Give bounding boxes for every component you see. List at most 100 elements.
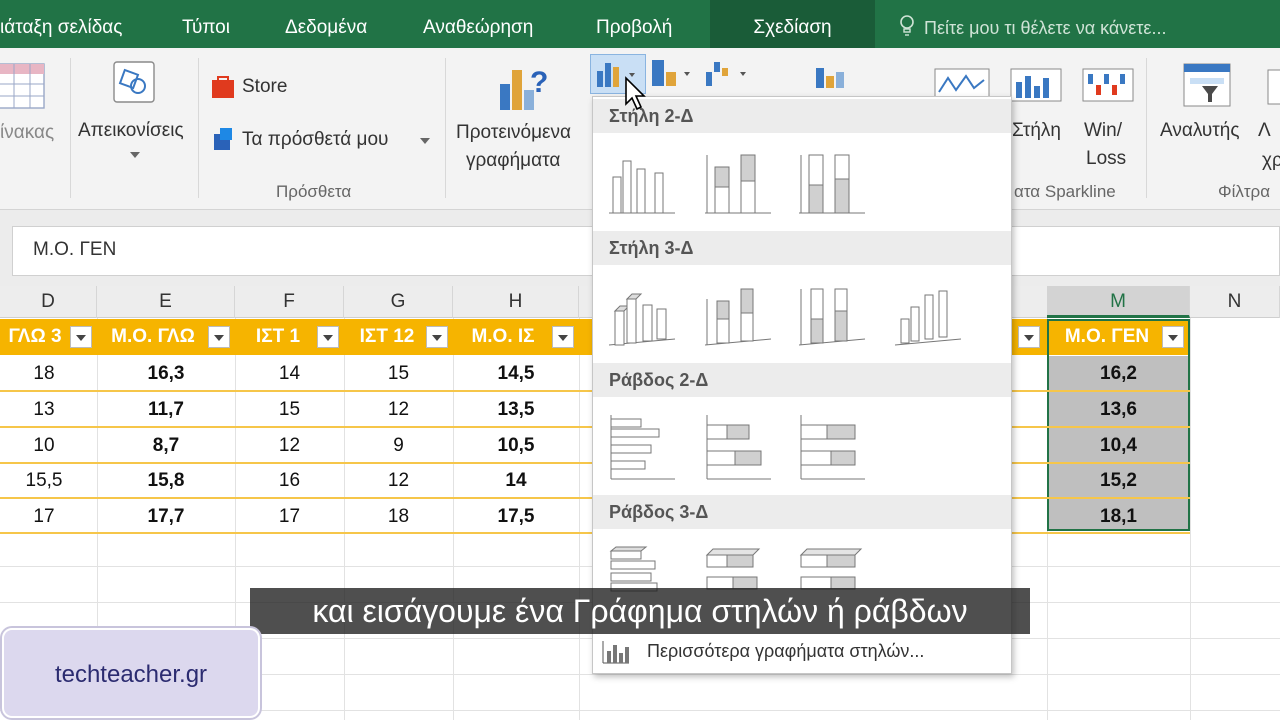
table-cell[interactable]: 15,8 xyxy=(97,463,235,498)
clustered-bar-icon[interactable] xyxy=(605,411,677,483)
table-cell[interactable]: 17,7 xyxy=(97,499,235,534)
table-cell[interactable]: 15,5 xyxy=(0,463,88,498)
tab-formulas[interactable]: Τύποι xyxy=(182,0,230,48)
table-cell[interactable]: 14 xyxy=(235,356,344,391)
table-cell[interactable]: 15,2 xyxy=(1047,463,1190,498)
table-cell[interactable]: 18 xyxy=(0,356,88,391)
3d-clustered-column-icon[interactable] xyxy=(605,279,677,351)
ribbon-separator xyxy=(445,58,446,198)
more-column-charts-item[interactable]: Περισσότερα γραφήματα στηλών... xyxy=(599,637,999,667)
tab-review[interactable]: Αναθεώρηση xyxy=(423,0,533,48)
table-cell[interactable]: 17 xyxy=(0,499,88,534)
store-label[interactable]: Store xyxy=(242,76,287,98)
table-cell[interactable]: 18,1 xyxy=(1047,499,1190,534)
3d-stacked-100-column-icon[interactable] xyxy=(795,279,867,351)
sparkline-winloss-icon[interactable] xyxy=(1082,68,1134,102)
filter-dropdown-button[interactable] xyxy=(317,326,339,348)
slicer-label[interactable]: Αναλυτής xyxy=(1160,120,1239,142)
pivot-chart-icon[interactable] xyxy=(806,64,858,94)
chevron-down-icon[interactable] xyxy=(420,138,430,144)
table-cell[interactable]: 10,4 xyxy=(1047,428,1190,463)
table-cell[interactable]: 16,3 xyxy=(97,356,235,391)
table-cell[interactable]: 10,5 xyxy=(453,428,579,463)
illustrations-icon[interactable] xyxy=(108,58,160,112)
table-cell[interactable]: 12 xyxy=(235,428,344,463)
section-column-3d: Στήλη 3-Δ xyxy=(593,231,1011,265)
table-header-cell[interactable]: Μ.Ο. ΓΛΩ xyxy=(100,319,206,355)
table-cell[interactable]: 15 xyxy=(235,392,344,427)
table-cell[interactable]: 8,7 xyxy=(97,428,235,463)
table-cell[interactable]: 15 xyxy=(344,356,453,391)
table-cell[interactable]: 9 xyxy=(344,428,453,463)
table-cell[interactable]: 14 xyxy=(453,463,579,498)
tab-data[interactable]: Δεδομένα xyxy=(285,0,367,48)
table-cell[interactable]: 12 xyxy=(344,392,453,427)
filter-dropdown-button[interactable] xyxy=(1018,326,1040,348)
table-cell[interactable]: 13,6 xyxy=(1047,392,1190,427)
filter-dropdown-button[interactable] xyxy=(70,326,92,348)
recommended-charts-icon[interactable]: ? xyxy=(496,62,552,116)
sparkline-winloss-label-1[interactable]: Win/ xyxy=(1084,120,1122,142)
table-cell[interactable]: 11,7 xyxy=(97,392,235,427)
column-header-h[interactable]: H xyxy=(453,286,579,318)
table-header-cell[interactable]: Μ.Ο. ΙΣ xyxy=(458,319,548,355)
tab-design[interactable]: Σχεδίαση xyxy=(710,0,875,48)
sparkline-column-icon[interactable] xyxy=(1010,68,1062,102)
table-cell[interactable]: 10 xyxy=(0,428,88,463)
timeline-icon[interactable] xyxy=(1266,68,1280,108)
table-header-cell[interactable]: ΙΣΤ 1 xyxy=(240,319,316,355)
waterfall-chart-icon[interactable] xyxy=(704,58,752,92)
my-addins-icon[interactable] xyxy=(210,126,236,152)
table-cell[interactable]: 14,5 xyxy=(453,356,579,391)
addins-group-label: Πρόσθετα xyxy=(276,182,352,201)
table-cell[interactable]: 16 xyxy=(235,463,344,498)
tab-view[interactable]: Προβολή xyxy=(596,0,672,48)
hierarchy-chart-icon[interactable] xyxy=(650,58,698,92)
stacked-100-column-icon[interactable] xyxy=(795,147,867,219)
table-cell[interactable]: 18 xyxy=(344,499,453,534)
3d-stacked-column-icon[interactable] xyxy=(701,279,773,351)
timeline-label-2[interactable]: χρ xyxy=(1262,150,1280,172)
table-cell[interactable]: 16,2 xyxy=(1047,356,1190,391)
filter-dropdown-button[interactable] xyxy=(552,326,574,348)
filter-dropdown-button[interactable] xyxy=(426,326,448,348)
table-header-cell[interactable]: ΓΛΩ 3 xyxy=(0,319,70,355)
sparkline-winloss-label-2[interactable]: Loss xyxy=(1086,148,1126,170)
3d-column-icon[interactable] xyxy=(891,279,963,351)
filter-dropdown-button[interactable] xyxy=(208,326,230,348)
stacked-100-bar-icon[interactable] xyxy=(795,411,867,483)
table-cell[interactable]: 13,5 xyxy=(453,392,579,427)
watermark-logo: techteacher.gr xyxy=(2,628,260,718)
sparkline-column-label[interactable]: Στήλη xyxy=(1012,120,1061,142)
table-label[interactable]: ίνακας xyxy=(0,122,54,144)
column-header-d[interactable]: D xyxy=(0,286,97,318)
column-header-f[interactable]: F xyxy=(235,286,344,318)
tell-me-box[interactable]: Πείτε μου τι θέλετε να κάνετε... xyxy=(898,0,1166,48)
clustered-column-icon[interactable] xyxy=(605,147,677,219)
column-header-e[interactable]: E xyxy=(97,286,235,318)
ribbon-separator xyxy=(198,58,199,198)
recommended-charts-label-1[interactable]: Προτεινόμενα xyxy=(456,122,571,144)
illustrations-label[interactable]: Απεικονίσεις xyxy=(78,120,184,142)
tab-page-layout[interactable]: ιάταξη σελίδας xyxy=(0,0,122,48)
column-header-m[interactable]: M xyxy=(1047,286,1190,318)
column-header-n[interactable]: N xyxy=(1190,286,1280,318)
table-cell[interactable]: 12 xyxy=(344,463,453,498)
table-cell[interactable]: 17,5 xyxy=(453,499,579,534)
my-addins-label[interactable]: Τα πρόσθετά μου xyxy=(242,129,388,151)
section-bar-3d: Ράβδος 3-Δ xyxy=(593,495,1011,529)
store-icon[interactable] xyxy=(210,74,236,100)
chevron-down-icon[interactable] xyxy=(130,152,140,158)
slicer-icon[interactable] xyxy=(1182,62,1232,110)
column-header-g[interactable]: G xyxy=(344,286,453,318)
menu-bar: ιάταξη σελίδας Τύποι Δεδομένα Αναθεώρηση… xyxy=(0,0,1280,48)
recommended-charts-label-2[interactable]: γραφήματα xyxy=(466,150,560,172)
table-header-cell[interactable]: ΙΣΤ 12 xyxy=(350,319,424,355)
table-icon[interactable] xyxy=(0,62,46,112)
stacked-column-icon[interactable] xyxy=(701,147,773,219)
table-cell[interactable]: 13 xyxy=(0,392,88,427)
timeline-label-1[interactable]: Λ xyxy=(1258,120,1271,142)
stacked-bar-icon[interactable] xyxy=(701,411,773,483)
table-cell[interactable]: 17 xyxy=(235,499,344,534)
section-bar-2d: Ράβδος 2-Δ xyxy=(593,363,1011,397)
